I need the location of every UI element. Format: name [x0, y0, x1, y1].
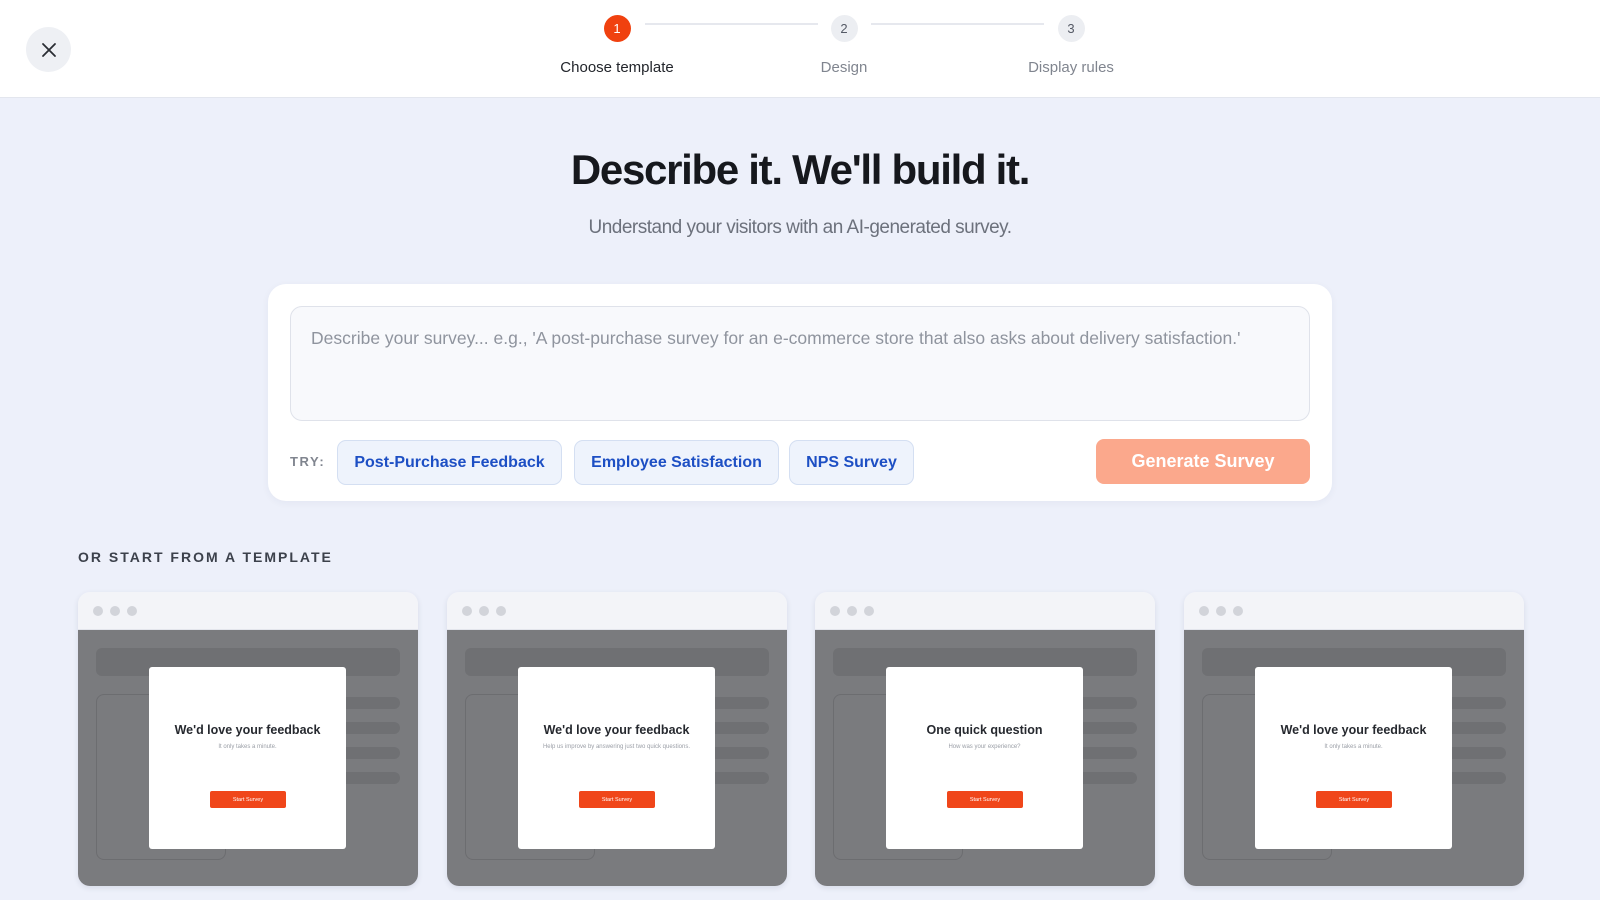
survey-modal-preview: We'd love your feedback It only takes a … [1255, 667, 1452, 849]
window-dot [93, 606, 103, 616]
window-dot [830, 606, 840, 616]
stepper: 1 Choose template 2 Design 3 Display rul… [0, 0, 1600, 98]
template-card[interactable]: One quick question How was your experien… [815, 592, 1155, 886]
window-dot [1199, 606, 1209, 616]
chip-nps-survey[interactable]: NPS Survey [789, 440, 914, 485]
top-bar: 1 Choose template 2 Design 3 Display rul… [0, 0, 1600, 98]
modal-subtitle: It only takes a minute. [218, 744, 277, 750]
start-survey-button: Start Survey [947, 791, 1023, 808]
step-display-rules[interactable]: 3 Display rules [971, 15, 1171, 76]
survey-description-input[interactable] [290, 306, 1310, 421]
template-preview: We'd love your feedback It only takes a … [78, 630, 418, 886]
template-card[interactable]: We'd love your feedback It only takes a … [1184, 592, 1524, 886]
modal-subtitle: It only takes a minute. [1324, 744, 1383, 750]
modal-title: One quick question [926, 723, 1043, 737]
step-number: 2 [830, 15, 858, 42]
browser-bar [815, 592, 1155, 630]
chip-post-purchase-feedback[interactable]: Post-Purchase Feedback [337, 440, 562, 485]
modal-subtitle: How was your experience? [948, 744, 1021, 750]
browser-bar [447, 592, 787, 630]
start-survey-button: Start Survey [1316, 791, 1392, 808]
chip-employee-satisfaction[interactable]: Employee Satisfaction [574, 440, 779, 485]
window-dot [847, 606, 857, 616]
step-number: 3 [1057, 15, 1085, 42]
window-dot [496, 606, 506, 616]
template-preview: We'd love your feedback Help us improve … [447, 630, 787, 886]
step-label: Design [820, 59, 868, 76]
template-card[interactable]: We'd love your feedback Help us improve … [447, 592, 787, 886]
survey-modal-preview: We'd love your feedback It only takes a … [149, 667, 346, 849]
window-dot [462, 606, 472, 616]
page-subtitle: Understand your visitors with an AI-gene… [588, 217, 1012, 238]
step-number: 1 [603, 15, 631, 42]
window-dot [1216, 606, 1226, 616]
step-choose-template[interactable]: 1 Choose template [517, 15, 717, 76]
browser-bar [1184, 592, 1524, 630]
modal-title: We'd love your feedback [1280, 723, 1427, 737]
survey-prompt-card: TRY: Post-Purchase Feedback Employee Sat… [268, 284, 1332, 501]
template-card[interactable]: We'd love your feedback It only takes a … [78, 592, 418, 886]
window-dot [864, 606, 874, 616]
page-title: Describe it. We'll build it. [570, 146, 1031, 193]
step-label: Display rules [1028, 59, 1114, 76]
step-design[interactable]: 2 Design [744, 15, 944, 76]
survey-modal-preview: We'd love your feedback Help us improve … [518, 667, 715, 849]
modal-title: We'd love your feedback [543, 723, 690, 737]
start-survey-button: Start Survey [579, 791, 655, 808]
window-dot [479, 606, 489, 616]
modal-title: We'd love your feedback [174, 723, 321, 737]
window-dot [110, 606, 120, 616]
survey-modal-preview: One quick question How was your experien… [886, 667, 1083, 849]
step-label: Choose template [560, 59, 674, 76]
generate-survey-button[interactable]: Generate Survey [1096, 439, 1310, 484]
start-survey-button: Start Survey [210, 791, 286, 808]
try-label: TRY: [290, 454, 326, 469]
template-preview: One quick question How was your experien… [815, 630, 1155, 886]
template-preview: We'd love your feedback It only takes a … [1184, 630, 1524, 886]
browser-bar [78, 592, 418, 630]
templates-heading: OR START FROM A TEMPLATE [78, 549, 333, 565]
window-dot [1233, 606, 1243, 616]
window-dot [127, 606, 137, 616]
modal-subtitle: Help us improve by answering just two qu… [542, 744, 691, 750]
